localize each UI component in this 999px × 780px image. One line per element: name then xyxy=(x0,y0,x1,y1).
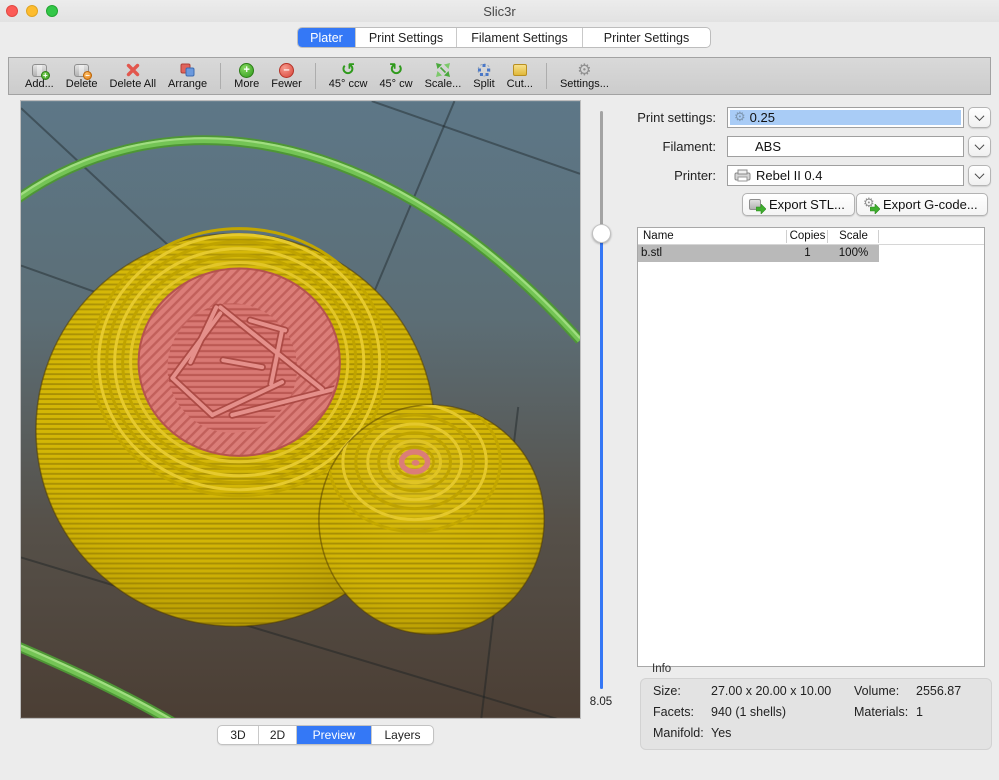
fewer-icon: – xyxy=(279,61,294,79)
gear-icon: ⚙ xyxy=(734,111,746,124)
export-stl-button[interactable]: Export STL... xyxy=(742,193,855,216)
view-tab-2d[interactable]: 2D xyxy=(259,726,297,744)
view-tab-3d[interactable]: 3D xyxy=(218,726,259,744)
chevron-down-icon xyxy=(976,172,984,180)
column-header-scale[interactable]: Scale xyxy=(828,228,879,245)
settings-icon: ⚙ xyxy=(577,61,591,79)
info-box: Size: 27.00 x 20.00 x 10.00 Volume: 2556… xyxy=(640,678,992,750)
layer-slider-fill xyxy=(600,234,603,689)
toolbar: + Add... – Delete Delete All Arrange + M… xyxy=(8,57,991,95)
add-button[interactable]: + Add... xyxy=(19,60,60,92)
print-settings-row: Print settings: ⚙ 0.25 xyxy=(625,107,991,128)
printer-label: Printer: xyxy=(625,165,716,186)
manifold-value: Yes xyxy=(711,726,731,740)
view-tab-preview[interactable]: Preview xyxy=(297,726,372,744)
print-settings-dropdown-button[interactable] xyxy=(968,107,991,128)
main-tab-bar: Plater Print Settings Filament Settings … xyxy=(297,27,711,48)
chevron-down-icon xyxy=(976,143,984,151)
info-section-title: Info xyxy=(652,663,671,675)
tab-filament-settings[interactable]: Filament Settings xyxy=(457,28,583,47)
column-header-copies[interactable]: Copies xyxy=(787,228,828,245)
volume-value: 2556.87 xyxy=(916,684,961,698)
tab-printer-settings[interactable]: Printer Settings xyxy=(583,28,710,47)
rotate-ccw-icon: ↺ xyxy=(341,61,355,79)
delete-all-button[interactable]: Delete All xyxy=(104,60,162,92)
more-button[interactable]: + More xyxy=(228,60,265,92)
chevron-down-icon xyxy=(976,114,984,122)
volume-label: Volume: xyxy=(854,684,899,698)
rotate-cw-icon: ↻ xyxy=(389,61,403,79)
export-stl-icon xyxy=(749,198,764,212)
rotate-cw-button[interactable]: ↻ 45° cw xyxy=(373,60,418,92)
rotate-ccw-button[interactable]: ↺ 45° ccw xyxy=(323,60,374,92)
export-gcode-icon: ⚙ xyxy=(863,198,878,212)
layer-slider-thumb[interactable] xyxy=(592,224,611,243)
toolbar-separator xyxy=(315,63,316,89)
view-mode-tab-bar: 3D 2D Preview Layers xyxy=(217,725,434,745)
layer-slider-value: 8.05 xyxy=(580,696,622,708)
more-icon: + xyxy=(239,61,254,79)
object-list-table[interactable]: Name Copies Scale b.stl 1 100% xyxy=(637,227,985,667)
materials-label: Materials: xyxy=(854,705,908,719)
cut-icon xyxy=(513,61,527,79)
scale-icon xyxy=(435,61,451,79)
slic3r-window: { "window_title": "Slic3r", "top_tabs": … xyxy=(0,0,999,780)
scale-button[interactable]: Scale... xyxy=(419,60,468,92)
printer-row: Printer: Rebel II 0.4 xyxy=(625,165,991,186)
print-settings-select[interactable]: ⚙ 0.25 xyxy=(727,107,964,128)
filament-dropdown-button[interactable] xyxy=(968,136,991,157)
printer-dropdown-button[interactable] xyxy=(968,165,991,186)
view-tab-layers[interactable]: Layers xyxy=(372,726,433,744)
object-name: b.stl xyxy=(641,245,662,262)
filament-label: Filament: xyxy=(625,136,716,157)
small-dome-infill-dot xyxy=(412,460,420,466)
column-header-name[interactable]: Name xyxy=(643,228,674,245)
export-gcode-button[interactable]: ⚙ Export G-code... xyxy=(856,193,988,216)
object-copies: 1 xyxy=(787,245,828,262)
toolbar-separator xyxy=(546,63,547,89)
settings-button[interactable]: ⚙ Settings... xyxy=(554,60,615,92)
object-row-selected[interactable]: b.stl 1 100% xyxy=(638,245,879,262)
preview-scene xyxy=(21,101,580,718)
split-button[interactable]: Split xyxy=(467,60,500,92)
facets-value: 940 (1 shells) xyxy=(711,705,786,719)
filament-select[interactable]: ABS xyxy=(727,136,964,157)
printer-select[interactable]: Rebel II 0.4 xyxy=(727,165,964,186)
split-icon xyxy=(476,61,492,79)
object-scale: 100% xyxy=(828,245,879,262)
tab-print-settings[interactable]: Print Settings xyxy=(356,28,457,47)
delete-icon: – xyxy=(74,61,89,79)
titlebar: Slic3r xyxy=(0,0,999,22)
preview-3d-canvas[interactable] xyxy=(20,100,581,719)
cut-button[interactable]: Cut... xyxy=(501,60,539,92)
plater-sidebar: Print settings: ⚙ 0.25 Filament: ABS Pri… xyxy=(625,100,999,760)
size-label: Size: xyxy=(653,684,681,698)
delete-button[interactable]: – Delete xyxy=(60,60,104,92)
toolbar-separator xyxy=(220,63,221,89)
facets-label: Facets: xyxy=(653,705,694,719)
size-value: 27.00 x 20.00 x 10.00 xyxy=(711,684,831,698)
fewer-button[interactable]: – Fewer xyxy=(265,60,308,92)
add-icon: + xyxy=(32,61,47,79)
manifold-label: Manifold: xyxy=(653,726,704,740)
arrange-button[interactable]: Arrange xyxy=(162,60,213,92)
print-settings-label: Print settings: xyxy=(625,107,716,128)
tab-plater[interactable]: Plater xyxy=(298,28,356,47)
window-title: Slic3r xyxy=(0,4,999,19)
filament-row: Filament: ABS xyxy=(625,136,991,157)
materials-value: 1 xyxy=(916,705,923,719)
arrange-icon xyxy=(179,61,196,79)
export-buttons-row: Export STL... ⚙ Export G-code... xyxy=(625,193,991,216)
object-list-header: Name Copies Scale xyxy=(638,228,984,245)
delete-all-icon xyxy=(125,61,141,79)
printer-icon xyxy=(734,169,751,182)
